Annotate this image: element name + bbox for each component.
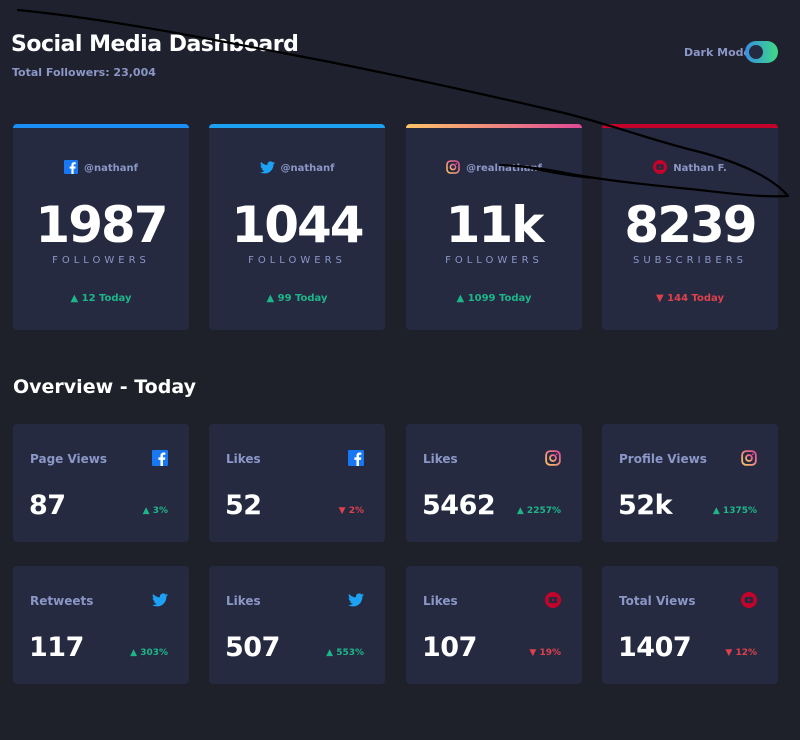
youtube-icon (741, 592, 757, 608)
card-handle: @nathanf (280, 163, 335, 174)
card-unit: FOLLOWERS (52, 255, 150, 266)
overview-label: Page Views (30, 452, 108, 466)
card-handle: @realnathanf (466, 163, 542, 174)
card-count: 1044 (231, 196, 364, 254)
overview-change: ▼ 12% (725, 648, 757, 658)
card-change: ▼ 144 Today (655, 293, 724, 304)
instagram-icon (741, 450, 757, 466)
card-unit: FOLLOWERS (248, 255, 346, 266)
overview-card-retweets[interactable]: Retweets 117 ▲ 303% (13, 566, 189, 684)
card-accent-bar (406, 124, 582, 128)
card-count: 1987 (35, 196, 168, 254)
facebook-icon (348, 450, 364, 466)
overview-card-profile-views[interactable]: Profile Views 52k ▲ 1375% (602, 424, 778, 542)
card-count: 8239 (624, 196, 757, 254)
overview-label: Likes (226, 594, 261, 608)
toggle-knob[interactable] (749, 45, 763, 59)
overview-change: ▲ 553% (326, 648, 364, 658)
card-change: ▲ 12 Today (70, 293, 132, 304)
card-change: ▲ 1099 Today (456, 293, 532, 304)
dark-mode-label: Dark Mode (684, 46, 751, 59)
facebook-icon (64, 159, 78, 178)
overview-change: ▲ 303% (130, 648, 168, 658)
overview-value: 1407 (618, 632, 692, 663)
overview-value: 117 (29, 632, 84, 663)
overview-change: ▼ 2% (338, 506, 364, 516)
card-change: ▲ 99 Today (266, 293, 328, 304)
card-count: 11k (445, 196, 545, 254)
overview-value: 5462 (422, 490, 496, 521)
overview-value: 107 (422, 632, 477, 663)
card-twitter[interactable]: @nathanf 1044 FOLLOWERS ▲ 99 Today (209, 124, 385, 330)
card-unit: FOLLOWERS (445, 255, 543, 266)
overview-label: Profile Views (619, 452, 707, 466)
card-accent-bar (13, 124, 189, 128)
youtube-icon (653, 159, 668, 178)
overview-label: Retweets (30, 594, 94, 608)
overview-label: Likes (423, 594, 458, 608)
instagram-icon (545, 450, 561, 466)
twitter-icon (152, 592, 168, 608)
card-accent-bar (602, 124, 778, 128)
overview-change: ▲ 3% (142, 506, 168, 516)
card-accent-bar (209, 124, 385, 128)
overview-card-twitter-likes[interactable]: Likes 507 ▲ 553% (209, 566, 385, 684)
overview-card-youtube-likes[interactable]: Likes 107 ▼ 19% (406, 566, 582, 684)
instagram-icon (446, 159, 460, 178)
youtube-icon (545, 592, 561, 608)
overview-card-total-views[interactable]: Total Views 1407 ▼ 12% (602, 566, 778, 684)
overview-change: ▲ 2257% (516, 506, 561, 516)
overview-value: 87 (29, 490, 66, 521)
overview-value: 52k (618, 490, 673, 521)
overview-change: ▲ 1375% (712, 506, 757, 516)
overview-title: Overview - Today (13, 376, 196, 398)
overview-label: Likes (226, 452, 261, 466)
dark-mode-toggle[interactable] (745, 41, 778, 63)
overview-label: Likes (423, 452, 458, 466)
overview-card-facebook-likes[interactable]: Likes 52 ▼ 2% (209, 424, 385, 542)
overview-card-instagram-likes[interactable]: Likes 5462 ▲ 2257% (406, 424, 582, 542)
overview-card-page-views[interactable]: Page Views 87 ▲ 3% (13, 424, 189, 542)
twitter-icon (348, 592, 364, 608)
twitter-icon (259, 159, 275, 178)
card-facebook[interactable]: @nathanf 1987 FOLLOWERS ▲ 12 Today (13, 124, 189, 330)
overview-label: Total Views (619, 594, 696, 608)
total-followers: Total Followers: 23,004 (12, 66, 156, 79)
overview-value: 52 (225, 490, 262, 521)
card-instagram[interactable]: @realnathanf 11k FOLLOWERS ▲ 1099 Today (406, 124, 582, 330)
card-handle: @nathanf (84, 163, 138, 174)
overview-change: ▼ 19% (529, 648, 561, 658)
card-youtube[interactable]: Nathan F. 8239 SUBSCRIBERS ▼ 144 Today (602, 124, 778, 330)
card-handle: Nathan F. (673, 163, 727, 174)
overview-value: 507 (225, 632, 280, 663)
dashboard-page: Social Media Dashboard Total Followers: … (0, 0, 800, 740)
facebook-icon (152, 450, 168, 466)
card-unit: SUBSCRIBERS (632, 255, 748, 266)
page-title: Social Media Dashboard (11, 32, 299, 57)
